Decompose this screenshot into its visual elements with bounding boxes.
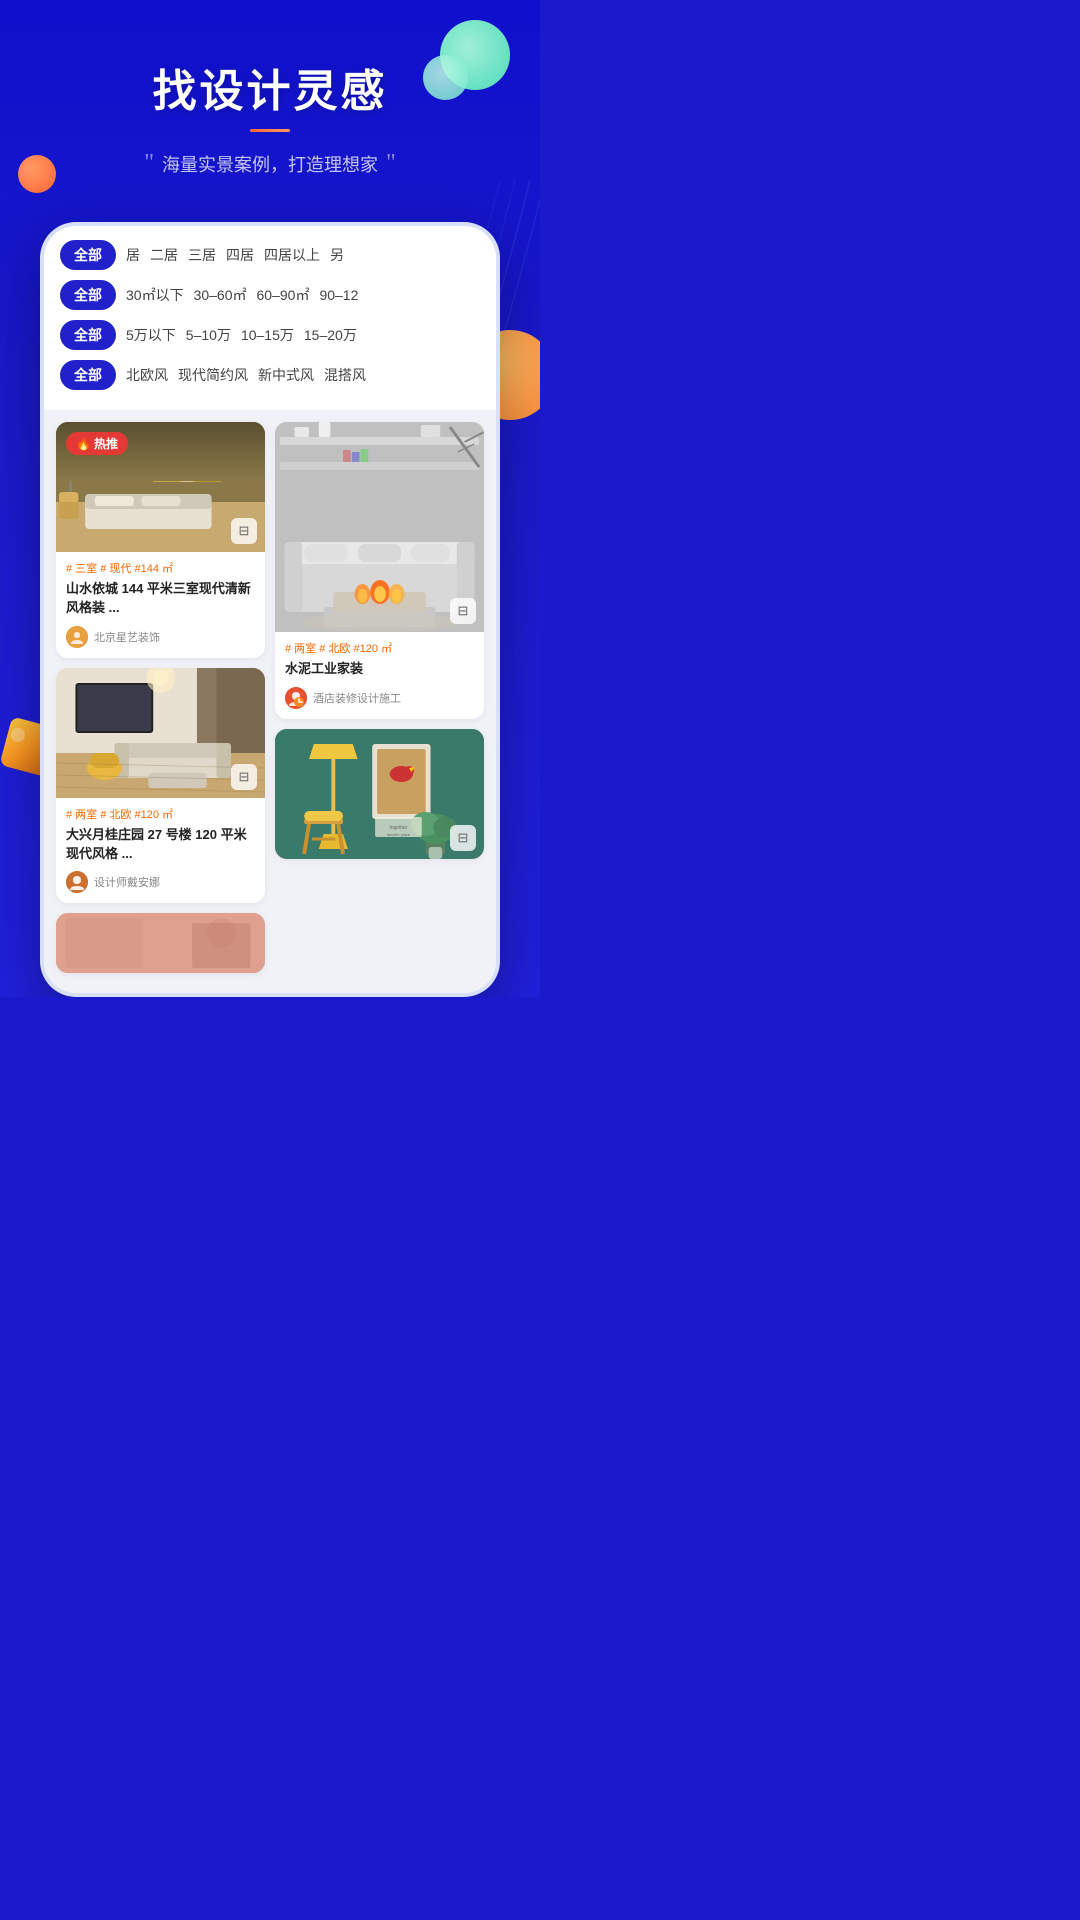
filter-budget-5[interactable]: 5万以下 xyxy=(126,325,176,345)
author-name-2: 酒店装修设计施工 xyxy=(313,690,401,706)
svg-text:favorite place: favorite place xyxy=(387,832,411,837)
author-avatar-1 xyxy=(66,626,88,648)
quote-left-icon: " xyxy=(144,150,154,177)
card-shanshui-title: 山水依城 144 平米三室现代清新风格装 ... xyxy=(66,580,255,618)
svg-text:together: together xyxy=(390,825,408,831)
filter-area-30[interactable]: 30㎡以下 xyxy=(126,285,184,305)
card-daxing-body: # 两室 # 北欧 #120 ㎡ 大兴月桂庄园 27 号楼 120 平米现代风格… xyxy=(56,798,265,904)
card-cement-author: 酒店装修设计施工 xyxy=(285,687,474,709)
filter-row-budget: 全部 5万以下 5–10万 10–15万 15–20万 xyxy=(60,320,480,350)
filter-row-style: 全部 北欧风 现代简约风 新中式风 混搭风 xyxy=(60,360,480,390)
background-wrapper: 找设计灵感 " 海量实景案例，打造理想家 " 全部 居 二居 三居 四居 四居以… xyxy=(0,0,540,997)
filter-style-mixed[interactable]: 混搭风 xyxy=(324,365,366,385)
filter-row-rooms: 全部 居 二居 三居 四居 四居以上 另 xyxy=(60,240,480,270)
filter-budget-all[interactable]: 全部 xyxy=(60,320,116,350)
card-cement-title: 水泥工业家装 xyxy=(285,660,474,679)
card-shanshui-body: # 三室 # 现代 #144 ㎡ 山水依城 144 平米三室现代清新风格装 ..… xyxy=(56,552,265,658)
filter-rooms-3[interactable]: 三居 xyxy=(188,245,216,265)
card-shanshui-tags: # 三室 # 现代 #144 ㎡ xyxy=(66,560,255,576)
card-teal-image: together favorite place ⊟ xyxy=(275,729,484,859)
hot-label: 热推 xyxy=(94,435,118,452)
card-cement[interactable]: ⊟ # 两室 # 北欧 #120 ㎡ 水泥工业家装 xyxy=(275,422,484,719)
card-cement-body: # 两室 # 北欧 #120 ㎡ 水泥工业家装 xyxy=(275,632,484,719)
author-avatar-3 xyxy=(66,871,88,893)
card-cement-image: ⊟ xyxy=(275,422,484,632)
filter-budget-5-10[interactable]: 5–10万 xyxy=(186,325,231,345)
fire-icon: 🔥 xyxy=(76,437,91,451)
filter-rooms-4[interactable]: 四居 xyxy=(226,245,254,265)
quote-right-icon: " xyxy=(386,150,396,177)
filter-budget-15-20[interactable]: 15–20万 xyxy=(304,325,357,345)
subtitle: " 海量实景案例，打造理想家 " xyxy=(0,150,540,177)
bookmark-button-2[interactable]: ⊟ xyxy=(450,598,476,624)
card-teal[interactable]: together favorite place ⊟ xyxy=(275,729,484,859)
filter-row-area: 全部 30㎡以下 30–60㎡ 60–90㎡ 90–12 xyxy=(60,280,480,310)
author-avatar-2 xyxy=(285,687,307,709)
column-left: 🔥 热推 ⊟ # 三室 # 现代 #144 ㎡ 山水依城 144 平米三室现代清… xyxy=(56,422,265,973)
filter-rooms-4plus[interactable]: 四居以上 xyxy=(264,245,320,265)
subtitle-text: 海量实景案例，打造理想家 xyxy=(162,151,378,177)
bookmark-button-1[interactable]: ⊟ xyxy=(231,518,257,544)
header-section: 找设计灵感 " 海量实景案例，打造理想家 " xyxy=(0,0,540,207)
author-name-3: 设计师戴安娜 xyxy=(94,874,160,890)
filter-area-30-60[interactable]: 30–60㎡ xyxy=(194,285,247,305)
filter-rooms-2[interactable]: 二居 xyxy=(150,245,178,265)
pink-scene xyxy=(56,913,265,973)
card-daxing-title: 大兴月桂庄园 27 号楼 120 平米现代风格 ... xyxy=(66,826,255,864)
filter-area-90-120[interactable]: 90–12 xyxy=(319,287,358,303)
filter-area-60-90[interactable]: 60–90㎡ xyxy=(257,285,310,305)
hot-badge: 🔥 热推 xyxy=(66,432,128,455)
filter-style-all[interactable]: 全部 xyxy=(60,360,116,390)
column-right: ⊟ # 两室 # 北欧 #120 ㎡ 水泥工业家装 xyxy=(275,422,484,973)
card-shanshui-image: 🔥 热推 ⊟ xyxy=(56,422,265,552)
filter-rooms-1[interactable]: 居 xyxy=(126,245,140,265)
filter-rooms-more[interactable]: 另 xyxy=(330,245,344,265)
card-shanshui-author: 北京星艺装饰 xyxy=(66,626,255,648)
filter-rooms-all[interactable]: 全部 xyxy=(60,240,116,270)
filter-budget-10-15[interactable]: 10–15万 xyxy=(241,325,294,345)
filter-style-nordic[interactable]: 北欧风 xyxy=(126,365,168,385)
filter-area-all[interactable]: 全部 xyxy=(60,280,116,310)
card-daxing-author: 设计师戴安娜 xyxy=(66,871,255,893)
bottom-padding xyxy=(44,973,496,993)
phone-card: 全部 居 二居 三居 四居 四居以上 另 全部 30㎡以下 30–60㎡ 60–… xyxy=(40,222,500,997)
bookmark-button-3[interactable]: ⊟ xyxy=(231,764,257,790)
card-daxing-image: ⊟ xyxy=(56,668,265,798)
main-title: 找设计灵感 xyxy=(0,55,540,119)
card-daxing-tags: # 两室 # 北欧 #120 ㎡ xyxy=(66,806,255,822)
card-partial-left[interactable] xyxy=(56,913,265,973)
filters-section: 全部 居 二居 三居 四居 四居以上 另 全部 30㎡以下 30–60㎡ 60–… xyxy=(44,226,496,410)
card-cement-tags: # 两室 # 北欧 #120 ㎡ xyxy=(285,640,474,656)
bookmark-button-4[interactable]: ⊟ xyxy=(450,825,476,851)
card-shanshui[interactable]: 🔥 热推 ⊟ # 三室 # 现代 #144 ㎡ 山水依城 144 平米三室现代清… xyxy=(56,422,265,658)
card-daxing[interactable]: ⊟ # 两室 # 北欧 #120 ㎡ 大兴月桂庄园 27 号楼 120 平米现代… xyxy=(56,668,265,904)
filter-style-chinese[interactable]: 新中式风 xyxy=(258,365,314,385)
content-grid: 🔥 热推 ⊟ # 三室 # 现代 #144 ㎡ 山水依城 144 平米三室现代清… xyxy=(44,410,496,973)
filter-style-modern[interactable]: 现代简约风 xyxy=(178,365,248,385)
author-name-1: 北京星艺装饰 xyxy=(94,629,160,645)
title-underline xyxy=(250,129,290,132)
